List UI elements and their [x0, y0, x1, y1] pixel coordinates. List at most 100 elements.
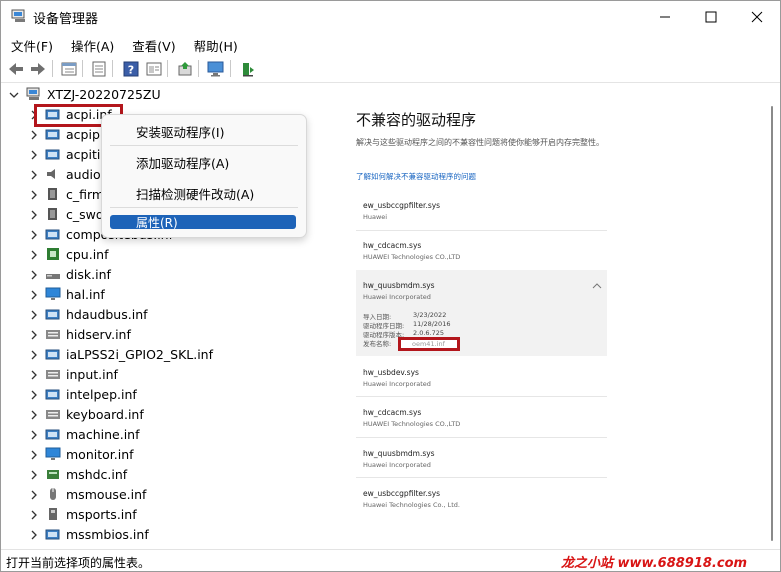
- toolbar-separator: [198, 60, 199, 77]
- cpu-icon: [47, 248, 59, 260]
- chevron-right-icon[interactable]: [29, 490, 39, 500]
- chip-icon: [48, 188, 57, 200]
- tree-item[interactable]: mssmbios.inf: [1, 525, 331, 545]
- driver-vendor: HUAWEI Technologies CO.,LTD: [363, 253, 461, 261]
- watermark: 龙之小站 www.688918.com: [561, 556, 748, 571]
- back-button[interactable]: [6, 59, 25, 78]
- driver-vendor: Huawei Incorporated: [363, 380, 431, 388]
- panel-help-link[interactable]: 了解如何解决不兼容驱动程序的问题: [356, 171, 476, 182]
- driver-separator: [356, 477, 607, 478]
- tree-item[interactable]: hal.inf: [1, 285, 331, 305]
- tree-item[interactable]: machine.inf: [1, 425, 331, 445]
- vertical-scrollbar[interactable]: [771, 106, 773, 541]
- chevron-up-icon[interactable]: [592, 282, 602, 289]
- scan-hardware-button[interactable]: [206, 59, 225, 78]
- chevron-right-icon[interactable]: [29, 470, 39, 480]
- minimize-button[interactable]: [642, 1, 688, 32]
- close-button[interactable]: [734, 1, 780, 32]
- driver-vendor: HUAWEI Technologies CO.,LTD: [363, 420, 461, 428]
- chevron-right-icon[interactable]: [29, 390, 39, 400]
- chevron-right-icon[interactable]: [29, 310, 39, 320]
- chevron-right-icon[interactable]: [29, 350, 39, 360]
- document-button[interactable]: [89, 59, 108, 78]
- detail-value: oem41.inf: [412, 340, 445, 348]
- mouse-icon: [50, 488, 56, 500]
- tree-item-label: msports.inf: [66, 507, 137, 522]
- tree-item-label: hidserv.inf: [66, 327, 131, 342]
- toolbar-separator: [112, 60, 113, 77]
- tree-item[interactable]: hdaudbus.inf: [1, 305, 331, 325]
- menu-bar: 文件(F) 操作(A) 查看(V) 帮助(H): [1, 33, 780, 55]
- chevron-down-icon[interactable]: [9, 90, 19, 100]
- chevron-right-icon[interactable]: [29, 530, 39, 540]
- context-menu-separator: [110, 207, 298, 208]
- tree-item[interactable]: monitor.inf: [1, 445, 331, 465]
- context-menu-separator: [110, 145, 298, 146]
- tree-item-label: mshdc.inf: [66, 467, 128, 482]
- speaker-icon: [47, 169, 55, 179]
- properties-button[interactable]: [59, 59, 78, 78]
- driver-name: ew_usbccgpfilter.sys: [363, 489, 441, 498]
- detail-value: 3/23/2022: [413, 311, 447, 319]
- add-hardware-button[interactable]: [238, 59, 257, 78]
- chevron-right-icon[interactable]: [29, 210, 39, 220]
- context-menu: 安装驱动程序(I) 添加驱动程序(A) 扫描检测硬件改动(A) 属性(R): [101, 114, 307, 238]
- chevron-right-icon[interactable]: [29, 510, 39, 520]
- help-icon: ?: [123, 61, 138, 76]
- tree-item[interactable]: msports.inf: [1, 505, 331, 525]
- chevron-right-icon[interactable]: [29, 170, 39, 180]
- maximize-icon: [705, 11, 717, 22]
- tree-item-label: disk.inf: [66, 267, 111, 282]
- tree-item-label: machine.inf: [66, 427, 140, 442]
- device-manager-icon: [11, 9, 25, 22]
- driver-item[interactable]: hw_usbdev.sys Huawei Incorporated: [356, 363, 607, 403]
- chevron-right-icon[interactable]: [29, 450, 39, 460]
- chevron-right-icon[interactable]: [29, 130, 39, 140]
- update-driver-button[interactable]: [175, 59, 194, 78]
- menu-help[interactable]: 帮助(H): [184, 33, 246, 55]
- menu-view[interactable]: 查看(V): [122, 33, 183, 55]
- chevron-right-icon[interactable]: [29, 190, 39, 200]
- tree-item[interactable]: mshdc.inf: [1, 465, 331, 485]
- menu-file[interactable]: 文件(F): [1, 33, 61, 55]
- update-driver-icon: [178, 61, 191, 75]
- driver-separator: [356, 396, 607, 397]
- chevron-right-icon[interactable]: [29, 270, 39, 280]
- menu-install-driver[interactable]: 安装驱动程序(I): [136, 122, 224, 141]
- chevron-right-icon[interactable]: [29, 290, 39, 300]
- menu-add-driver[interactable]: 添加驱动程序(A): [136, 153, 229, 172]
- tree-item[interactable]: iaLPSS2i_GPIO2_SKL.inf: [1, 345, 331, 365]
- device-manager-window: 设备管理器 文件(F) 操作(A) 查看(V) 帮助(H) ? XTZJ-202…: [0, 0, 781, 572]
- chevron-right-icon[interactable]: [29, 370, 39, 380]
- driver-item[interactable]: ew_usbccgpfilter.sys Huawei Technologies…: [356, 484, 607, 524]
- tree-item[interactable]: intelpep.inf: [1, 385, 331, 405]
- chevron-right-icon[interactable]: [29, 230, 39, 240]
- tree-item[interactable]: disk.inf: [1, 265, 331, 285]
- menu-properties[interactable]: 属性(R): [136, 214, 178, 231]
- driver-name: ew_usbccgpfilter.sys: [363, 201, 441, 210]
- menu-scan-hardware[interactable]: 扫描检测硬件改动(A): [136, 184, 254, 203]
- tree-item[interactable]: msmouse.inf: [1, 485, 331, 505]
- tree-item-label: msmouse.inf: [66, 487, 147, 502]
- chevron-right-icon[interactable]: [29, 410, 39, 420]
- minimize-icon: [660, 16, 670, 17]
- tree-item-label: iaLPSS2i_GPIO2_SKL.inf: [66, 347, 213, 362]
- driver-item-expanded[interactable]: hw_quusbmdm.sys Huawei Incorporated 导入日期…: [356, 270, 607, 356]
- forward-button[interactable]: [28, 59, 47, 78]
- chevron-right-icon[interactable]: [29, 430, 39, 440]
- tree-item[interactable]: cpu.inf: [1, 245, 331, 265]
- tree-item[interactable]: keyboard.inf: [1, 405, 331, 425]
- menu-action[interactable]: 操作(A): [61, 33, 122, 55]
- chevron-right-icon[interactable]: [29, 330, 39, 340]
- chevron-right-icon[interactable]: [29, 150, 39, 160]
- chevron-right-icon[interactable]: [29, 250, 39, 260]
- tree-item[interactable]: hidserv.inf: [1, 325, 331, 345]
- tree-item[interactable]: input.inf: [1, 365, 331, 385]
- sheet-button[interactable]: [144, 59, 163, 78]
- maximize-button[interactable]: [688, 1, 734, 32]
- driver-item[interactable]: hw_quusbmdm.sys Huawei Incorporated: [356, 444, 607, 484]
- detail-value: 11/28/2016: [413, 320, 451, 328]
- adapter-icon: [45, 309, 60, 320]
- help-button[interactable]: ?: [121, 59, 140, 78]
- tree-root[interactable]: XTZJ-20220725ZU: [1, 85, 331, 105]
